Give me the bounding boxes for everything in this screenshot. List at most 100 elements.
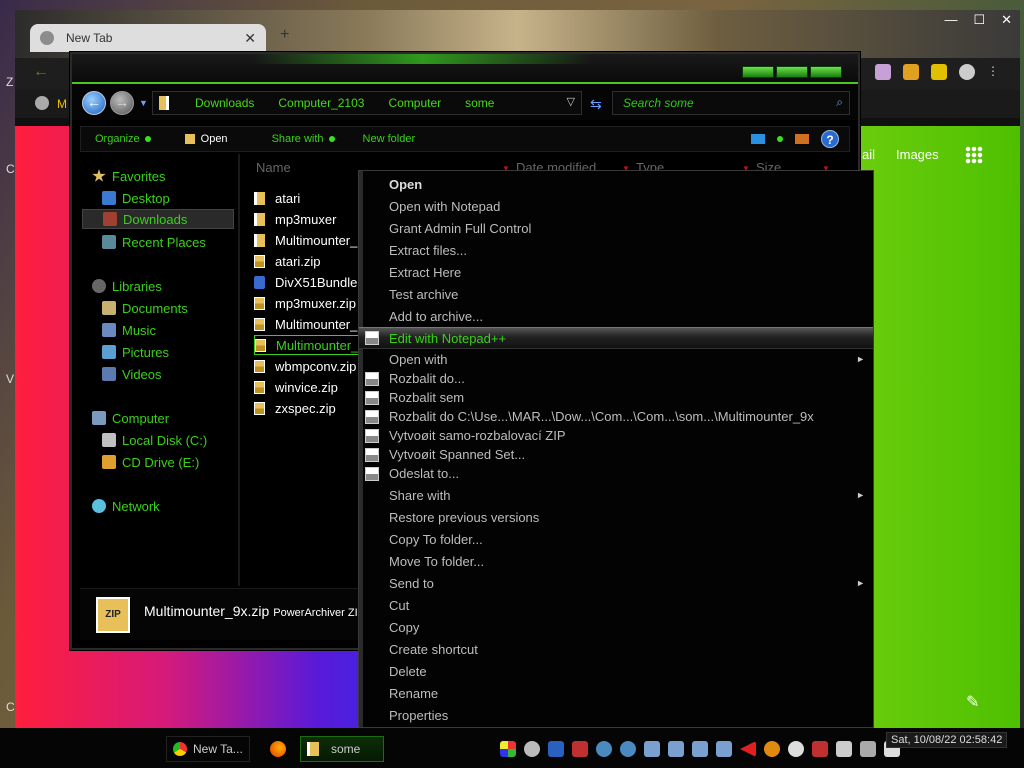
nav-documents[interactable]: Documents xyxy=(102,298,254,318)
nav-downloads[interactable]: Downloads xyxy=(82,209,234,229)
extension-icon[interactable] xyxy=(875,64,891,80)
menu-item-copy[interactable]: Copy xyxy=(359,616,873,638)
breadcrumb-item[interactable]: Computer xyxy=(388,96,441,110)
menu-item-open-with[interactable]: Open with ► xyxy=(359,349,873,369)
menu-item-open[interactable]: Open xyxy=(359,173,873,195)
tray-search-icon[interactable] xyxy=(764,741,780,757)
nav-local-disk[interactable]: Local Disk (C:) xyxy=(102,430,254,450)
back-button[interactable] xyxy=(82,91,106,115)
close-tab-icon[interactable]: ✕ xyxy=(244,30,256,47)
menu-item-test-archive[interactable]: Test archive xyxy=(359,283,873,305)
address-dropdown-icon[interactable]: ▽ xyxy=(567,95,575,108)
breadcrumb-item[interactable]: some xyxy=(465,96,494,110)
taskbar-firefox-button[interactable] xyxy=(264,736,294,762)
close-icon[interactable]: ✕ xyxy=(1001,12,1012,28)
breadcrumb-item[interactable]: Downloads xyxy=(195,96,254,110)
apps-grid-icon[interactable] xyxy=(965,146,983,164)
bookmark-item[interactable]: M xyxy=(57,97,67,111)
menu-item-vytvorit-spanned[interactable]: Vytvoøit Spanned Set... xyxy=(359,445,873,464)
pane-divider[interactable] xyxy=(238,154,240,586)
open-button[interactable]: Open xyxy=(184,133,228,145)
tray-app-icon[interactable] xyxy=(596,741,612,757)
nav-recent-places[interactable]: Recent Places xyxy=(102,232,254,252)
menu-item-rozbalit-sem[interactable]: Rozbalit sem xyxy=(359,388,873,407)
menu-item-edit-with-notepadpp[interactable]: Edit with Notepad++ xyxy=(359,327,873,349)
menu-item-create-shortcut[interactable]: Create shortcut xyxy=(359,638,873,660)
customize-pencil-icon[interactable]: ✎ xyxy=(966,692,979,712)
view-icon[interactable] xyxy=(751,134,765,144)
menu-item-rename[interactable]: Rename xyxy=(359,682,873,704)
menu-item-extract-here[interactable]: Extract Here xyxy=(359,261,873,283)
minimize-icon[interactable] xyxy=(742,66,774,78)
tray-app-icon[interactable] xyxy=(668,741,684,757)
tray-app-icon[interactable] xyxy=(548,741,564,757)
nav-cd-drive[interactable]: CD Drive (E:) xyxy=(102,452,254,472)
menu-item-cut[interactable]: Cut xyxy=(359,594,873,616)
taskbar-explorer-button[interactable]: some xyxy=(300,736,384,762)
breadcrumb-item[interactable]: Computer_2103 xyxy=(278,96,364,110)
globe-icon[interactable] xyxy=(35,96,49,110)
share-with-button[interactable]: Share with xyxy=(272,133,335,145)
clock[interactable]: Sat, 10/08/22 02:58:42 xyxy=(886,732,1008,748)
sidepanel-icon[interactable] xyxy=(931,64,947,80)
gmail-link[interactable]: ail xyxy=(862,147,875,162)
tray-app-icon[interactable] xyxy=(620,741,636,757)
menu-item-properties[interactable]: Properties xyxy=(359,704,873,726)
nav-videos[interactable]: Videos xyxy=(102,364,254,384)
menu-item-add-to-archive[interactable]: Add to archive... xyxy=(359,305,873,327)
chrome-tab-new-tab[interactable]: New Tab ✕ xyxy=(30,24,266,52)
help-icon[interactable]: ? xyxy=(821,130,839,148)
menu-item-delete[interactable]: Delete xyxy=(359,660,873,682)
tray-app-icon[interactable] xyxy=(860,741,876,757)
menu-item-share-with[interactable]: Share with ► xyxy=(359,484,873,506)
nav-favorites[interactable]: Favorites xyxy=(92,166,244,186)
images-link[interactable]: Images xyxy=(896,147,939,162)
preview-pane-icon[interactable] xyxy=(795,134,809,144)
taskbar-chrome-button[interactable]: New Ta... xyxy=(166,736,250,762)
close-icon[interactable] xyxy=(810,66,842,78)
menu-item-move-to-folder[interactable]: Move To folder... xyxy=(359,550,873,572)
profile-avatar-icon[interactable] xyxy=(959,64,975,80)
tray-app-icon[interactable] xyxy=(500,741,516,757)
recent-pages-dropdown-icon[interactable]: ▼ xyxy=(139,98,148,108)
minimize-icon[interactable]: — xyxy=(944,12,957,28)
address-bar[interactable]: Downloads Computer_2103 Computer some ▽ xyxy=(152,91,582,115)
new-tab-button[interactable]: + xyxy=(280,26,289,44)
tray-app-icon[interactable] xyxy=(572,741,588,757)
nav-libraries[interactable]: Libraries xyxy=(92,276,244,296)
maximize-icon[interactable]: ☐ xyxy=(973,12,985,28)
tray-app-icon[interactable] xyxy=(740,741,756,757)
new-folder-button[interactable]: New folder xyxy=(363,133,416,145)
search-icon[interactable]: ⌕ xyxy=(836,95,843,110)
menu-item-open-with-notepad[interactable]: Open with Notepad xyxy=(359,195,873,217)
search-input[interactable]: Search some ⌕ xyxy=(612,91,850,115)
tray-app-icon[interactable] xyxy=(692,741,708,757)
forward-button[interactable] xyxy=(110,91,134,115)
nav-desktop[interactable]: Desktop xyxy=(102,188,254,208)
kebab-menu-icon[interactable]: ⋮ xyxy=(987,64,999,80)
organize-button[interactable]: Organize xyxy=(95,133,151,145)
menu-item-rozbalit-do-path[interactable]: Rozbalit do C:\Use...\MAR...\Dow...\Com.… xyxy=(359,407,873,426)
menu-item-grant-admin[interactable]: Grant Admin Full Control xyxy=(359,217,873,239)
menu-item-extract-files[interactable]: Extract files... xyxy=(359,239,873,261)
menu-item-restore-versions[interactable]: Restore previous versions xyxy=(359,506,873,528)
menu-item-copy-to-folder[interactable]: Copy To folder... xyxy=(359,528,873,550)
menu-item-vytvorit-zip[interactable]: Vytvoøit samo-rozbalovací ZIP xyxy=(359,426,873,445)
tray-app-icon[interactable] xyxy=(524,741,540,757)
maximize-icon[interactable] xyxy=(776,66,808,78)
back-arrow-icon[interactable]: ← xyxy=(33,63,49,81)
refresh-icon[interactable]: ⇆ xyxy=(590,96,602,113)
tray-app-icon[interactable] xyxy=(716,741,732,757)
nav-pictures[interactable]: Pictures xyxy=(102,342,254,362)
menu-item-send-to[interactable]: Send to ► xyxy=(359,572,873,594)
nav-music[interactable]: Music xyxy=(102,320,254,340)
nav-network[interactable]: Network xyxy=(92,496,244,516)
menu-item-odeslat-to[interactable]: Odeslat to... xyxy=(359,464,873,483)
view-dropdown-icon[interactable] xyxy=(777,136,783,142)
tray-app-icon[interactable] xyxy=(812,741,828,757)
menu-item-rozbalit-do[interactable]: Rozbalit do... xyxy=(359,369,873,388)
puzzle-icon[interactable] xyxy=(903,64,919,80)
tray-app-icon[interactable] xyxy=(644,741,660,757)
network-tray-icon[interactable] xyxy=(836,741,852,757)
nav-computer[interactable]: Computer xyxy=(92,408,244,428)
